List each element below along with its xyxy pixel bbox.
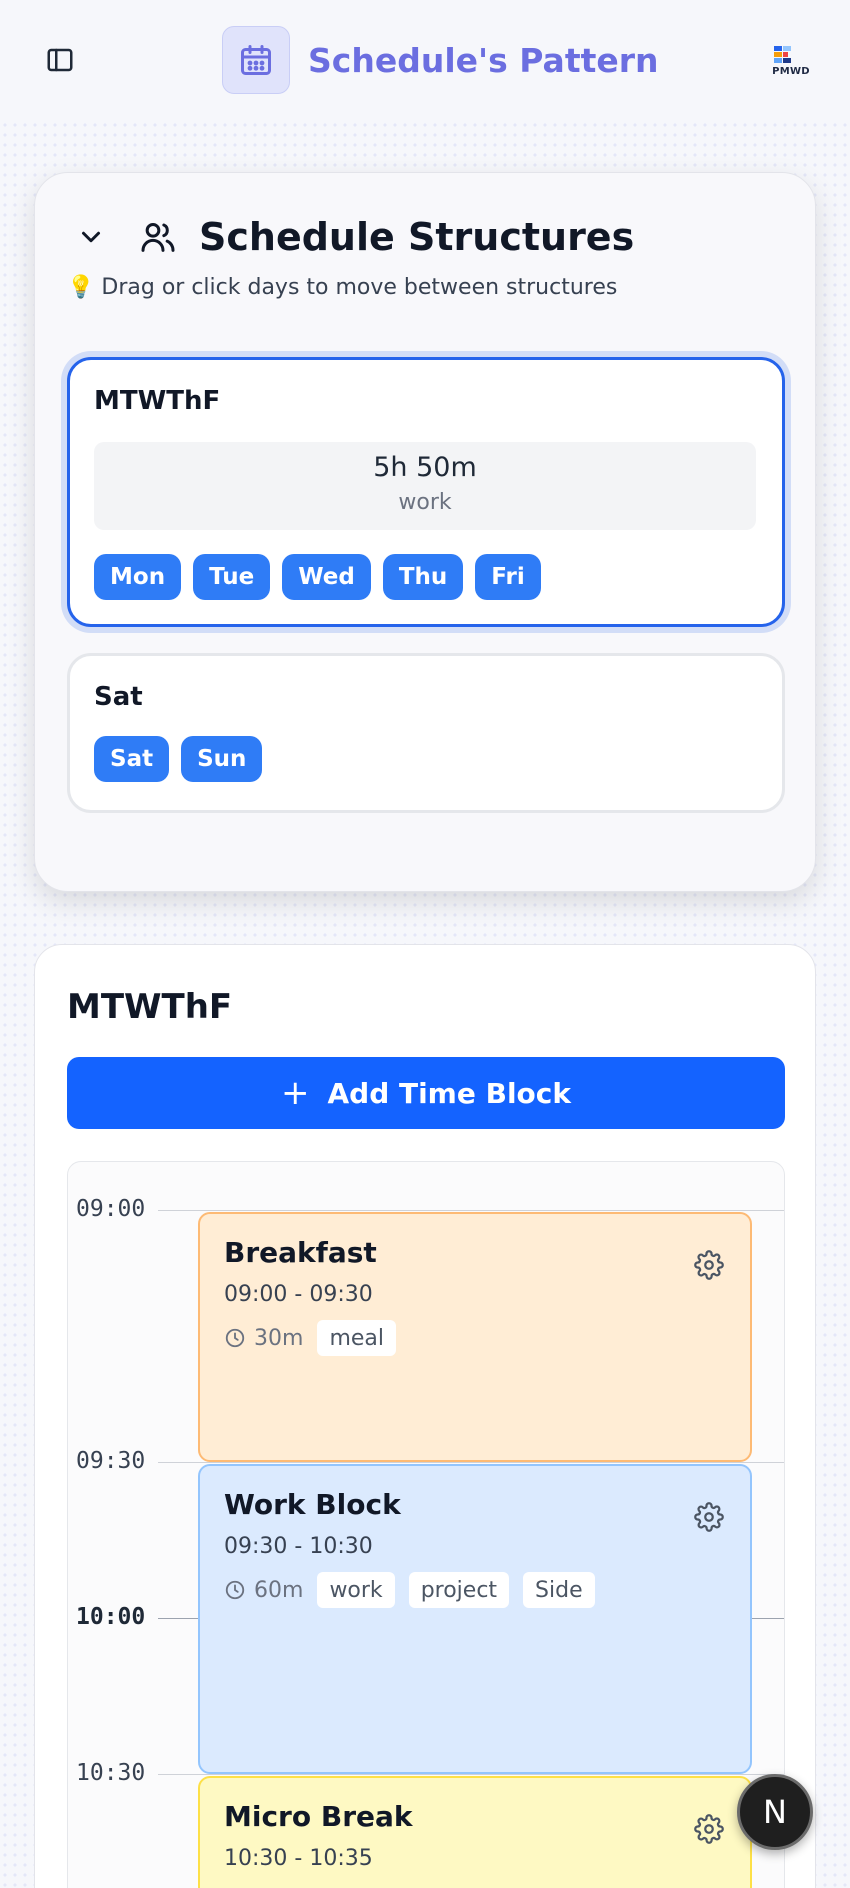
logo-grid-icon [774,46,791,63]
structure-name: MTWThF [94,386,221,416]
logo-text: PMWD [772,66,810,77]
drag-hint: 💡 Drag or click days to move between str… [67,275,617,300]
day-chip-tue[interactable]: Tue [193,554,271,600]
gear-icon[interactable] [694,1250,724,1280]
gear-icon[interactable] [694,1502,724,1532]
clock-icon [225,1580,245,1600]
app-title: Schedule's Pattern [308,40,659,80]
duration-text: 30m [254,1325,304,1351]
lightbulb-icon: 💡 [67,275,95,300]
block-title: Micro Break [224,1800,413,1833]
editor-title: MTWThF [67,987,233,1027]
users-icon [137,216,179,258]
next-dev-tools-button[interactable]: N [737,1774,813,1850]
block-duration: 30m [224,1326,303,1351]
app-header: Schedule's Pattern PMWD [0,0,850,120]
add-time-block-label: Add Time Block [327,1076,571,1110]
duration-text: 60m [254,1577,304,1603]
day-chips: Mon Tue Wed Thu Fri [94,554,541,600]
plus-icon: + [280,1073,310,1113]
gridline [158,1774,784,1775]
tag: project [408,1572,510,1608]
gridline [158,1210,784,1211]
time-label: 09:30 [76,1448,146,1474]
day-chip-sat[interactable]: Sat [94,736,170,782]
structure-card-mtwthf[interactable]: MTWThF 5h 50m work Mon Tue Wed Thu Fri [67,357,785,627]
time-block-breakfast[interactable]: Breakfast 09:00 - 09:30 30m meal [198,1212,752,1462]
block-duration: 60m [224,1578,303,1603]
day-chip-thu[interactable]: Thu [382,554,464,600]
block-meta: 30m meal [224,1320,396,1356]
summary-label: work [398,490,452,515]
timeline[interactable]: 09:00 09:30 10:00 10:30 Breakfast 09:00 … [67,1161,785,1888]
structure-editor: MTWThF + Add Time Block 09:00 09:30 10:0… [34,944,816,1888]
tag: work [317,1572,395,1608]
day-chip-wed[interactable]: Wed [282,554,371,600]
block-time: 09:30 - 10:30 [224,1534,373,1559]
structure-name: Sat [94,682,143,712]
time-block-work[interactable]: Work Block 09:30 - 10:30 60m work projec… [198,1464,752,1774]
block-title: Work Block [224,1488,401,1521]
day-chip-mon[interactable]: Mon [94,554,182,600]
clock-icon [225,1328,245,1348]
block-title: Breakfast [224,1236,377,1269]
add-time-block-button[interactable]: + Add Time Block [67,1057,785,1129]
time-label: 10:30 [76,1760,146,1786]
time-block-micro-break[interactable]: Micro Break 10:30 - 10:35 [198,1776,752,1888]
gear-icon[interactable] [694,1814,724,1844]
summary-value: 5h 50m [373,452,477,483]
day-chips: Sat Sun [94,736,263,782]
tag: Side [523,1572,595,1608]
pmwd-logo[interactable]: PMWD [766,42,816,82]
calendar-icon [222,26,290,94]
panel-header: Schedule Structures [75,209,634,265]
block-time: 10:30 - 10:35 [224,1846,373,1871]
block-time: 09:00 - 09:30 [224,1282,373,1307]
structure-card-sat[interactable]: Sat Sat Sun [67,653,785,813]
day-chip-sun[interactable]: Sun [181,736,263,782]
gridline [158,1462,784,1463]
time-label: 09:00 [76,1196,146,1222]
collapse-button[interactable] [75,221,107,253]
sidebar-toggle-button[interactable] [44,44,76,76]
panel-title: Schedule Structures [199,215,635,259]
tag: meal [317,1320,396,1356]
hint-text: Drag or click days to move between struc… [101,275,618,300]
work-summary: 5h 50m work [94,442,756,530]
schedule-structures-panel: Schedule Structures 💡 Drag or click days… [34,172,816,892]
time-label-hour: 10:00 [76,1604,146,1630]
block-meta: 60m work project Side [224,1572,595,1608]
brand[interactable]: Schedule's Pattern [222,26,659,94]
day-chip-fri[interactable]: Fri [475,554,541,600]
chevron-down-icon [82,231,100,243]
sidebar-panel-icon [47,48,73,72]
